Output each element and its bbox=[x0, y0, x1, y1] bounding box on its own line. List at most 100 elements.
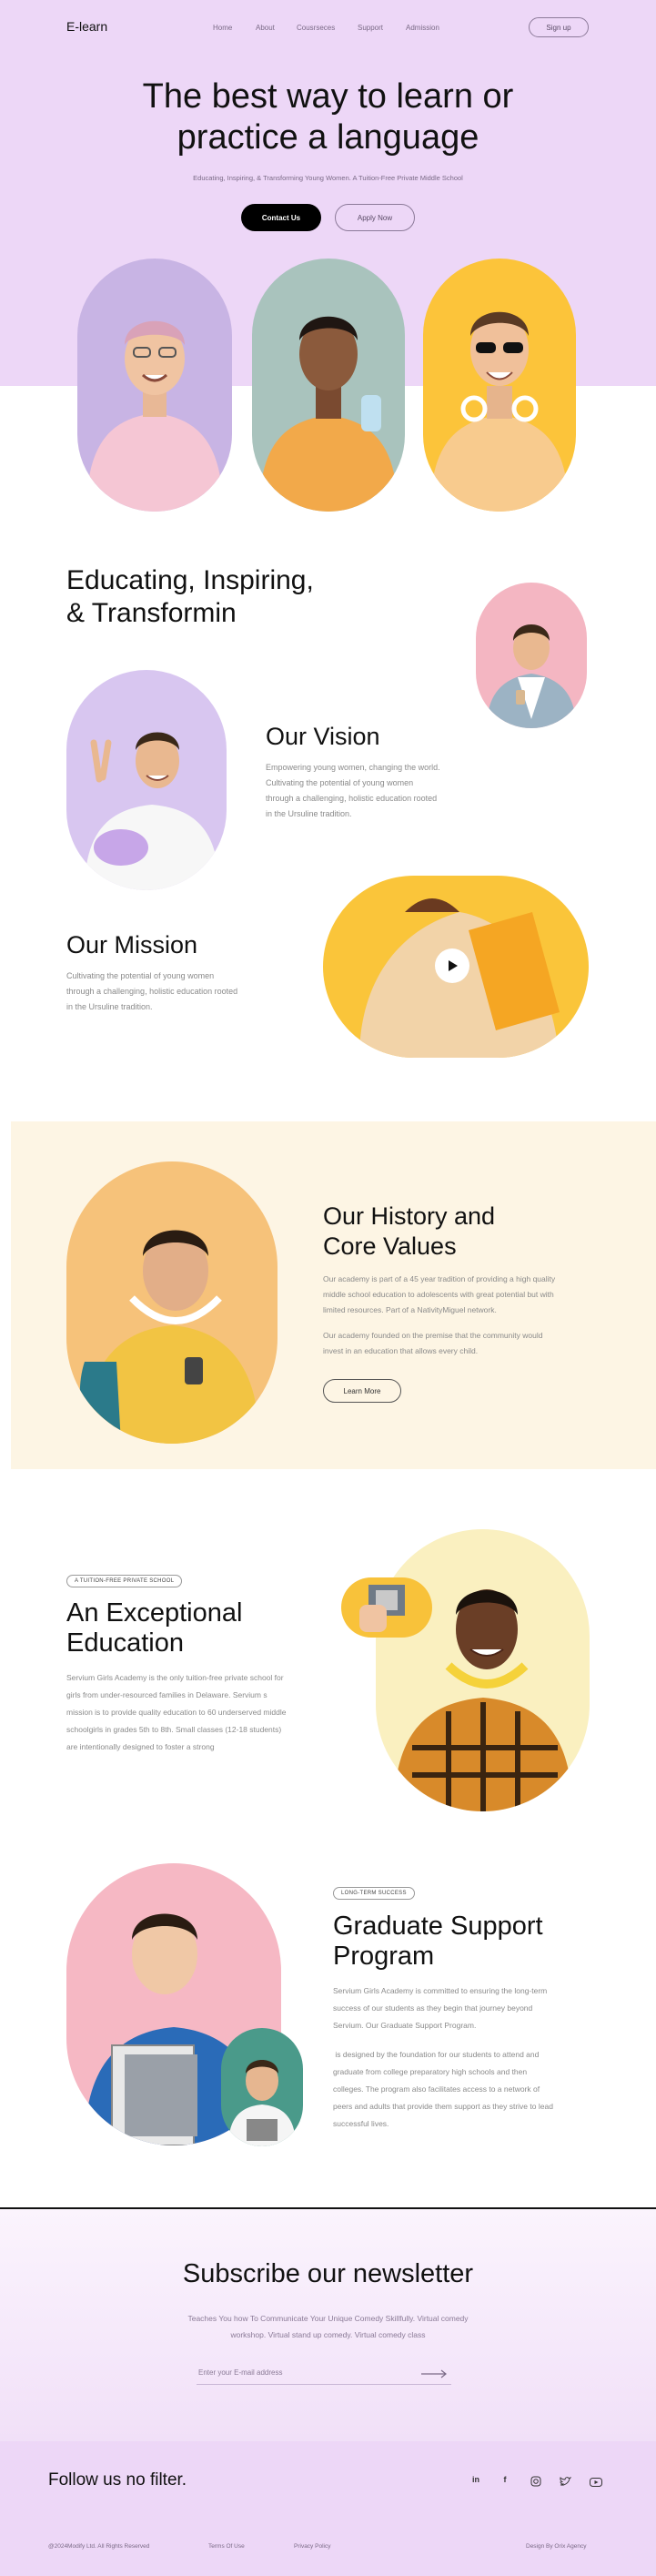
hero-student-photo-2 bbox=[252, 259, 405, 512]
history-text-1: Our academy is part of a 45 year traditi… bbox=[323, 1272, 555, 1318]
copyright-text: @2024Modify Ltd. All Rights Reserved bbox=[48, 2543, 150, 2550]
linkedin-icon[interactable]: in bbox=[469, 2475, 482, 2484]
graduate-text-line: graduate from college preparatory high s… bbox=[333, 2067, 528, 2076]
exceptional-text-line: Servium Girls Academy is the only tuitio… bbox=[66, 1673, 284, 1682]
mission-text-line: through a challenging, holistic educatio… bbox=[66, 987, 238, 996]
graduate-text-2: is designed by the foundation for our st… bbox=[333, 2046, 553, 2133]
student-illustration bbox=[487, 624, 576, 728]
intro-heading: Educating, Inspiring, & Transformin bbox=[66, 564, 314, 630]
student-illustration bbox=[85, 732, 219, 890]
footer bbox=[0, 2441, 656, 2576]
exceptional-text-line: girls from under-resourced families in D… bbox=[66, 1690, 267, 1699]
long-term-success-tag: LONG-TERM SUCCESS bbox=[333, 1887, 415, 1900]
arrow-right-icon[interactable] bbox=[420, 2369, 448, 2378]
graduate-text-line: colleges. The program also facilitates a… bbox=[333, 2084, 540, 2094]
mission-text: Cultivating the potential of young women… bbox=[66, 969, 237, 1015]
graduate-text-line: is designed by the foundation for our st… bbox=[333, 2050, 540, 2059]
exceptional-heading-line1: An Exceptional bbox=[66, 1598, 243, 1628]
hero-student-photo-1 bbox=[77, 259, 232, 512]
twitter-icon[interactable] bbox=[560, 2477, 571, 2487]
history-text-line: invest in an education that allows every… bbox=[323, 1346, 479, 1355]
hero-title-line2: practice a language bbox=[177, 118, 479, 157]
history-text-line: middle school education to adolescents w… bbox=[323, 1290, 554, 1299]
history-text-2: Our academy founded on the premise that … bbox=[323, 1328, 542, 1359]
graduate-heading-line2: Program bbox=[333, 1942, 435, 1971]
mission-heading: Our Mission bbox=[66, 931, 198, 958]
vision-text-line: through a challenging, holistic educatio… bbox=[266, 794, 438, 803]
mission-text-line: in the Ursuline tradition. bbox=[66, 1002, 153, 1011]
exceptional-text-line: mission is to provide quality education … bbox=[66, 1708, 287, 1717]
intro-heading-line1: Educating, Inspiring, bbox=[66, 565, 314, 595]
history-heading-line2: Core Values bbox=[323, 1232, 457, 1260]
intro-heading-line2: & Transformin bbox=[66, 598, 237, 628]
book-illustration bbox=[359, 1585, 405, 1632]
signup-button[interactable]: Sign up bbox=[529, 17, 589, 37]
play-button[interactable] bbox=[435, 948, 469, 983]
mission-video[interactable] bbox=[323, 876, 589, 1058]
graduate-text-line: success of our students as they begin th… bbox=[333, 2003, 533, 2013]
email-placeholder: Enter your E-mail address bbox=[198, 2368, 283, 2377]
nav-support[interactable]: Support bbox=[358, 24, 383, 32]
facebook-icon[interactable]: f bbox=[499, 2475, 511, 2484]
exceptional-text: Servium Girls Academy is the only tuitio… bbox=[66, 1669, 286, 1756]
history-heading-line1: Our History and bbox=[323, 1202, 496, 1230]
hero-subtitle: Educating, Inspiring, & Transforming You… bbox=[193, 174, 463, 182]
history-student-photo bbox=[66, 1161, 278, 1444]
nav-about[interactable]: About bbox=[256, 24, 275, 32]
student-illustration bbox=[394, 1589, 572, 1811]
play-icon bbox=[449, 960, 458, 971]
graduate-text-line: Servium. Our Graduate Support Program. bbox=[333, 2021, 477, 2030]
newsletter-text-line: Teaches You how To Communicate Your Uniq… bbox=[187, 2314, 469, 2323]
exceptional-student-photo bbox=[376, 1529, 590, 1811]
tuition-free-tag: A TUITION-FREE PRIVATE SCHOOL bbox=[66, 1575, 183, 1587]
hero-title-line1: The best way to learn or bbox=[142, 77, 514, 116]
vision-text-line: Empowering young women, changing the wor… bbox=[266, 763, 440, 772]
vision-student-photo bbox=[66, 670, 227, 890]
intro-student-photo bbox=[476, 583, 587, 728]
footer-follow-title: Follow us no filter. bbox=[48, 2470, 187, 2490]
exceptional-heading: An Exceptional Education bbox=[66, 1598, 242, 1658]
hero-student-photo-3 bbox=[423, 259, 576, 512]
logo[interactable]: E-learn bbox=[66, 19, 107, 34]
nav-courses[interactable]: Cousrseces bbox=[297, 24, 335, 32]
learn-more-button[interactable]: Learn More bbox=[323, 1379, 401, 1403]
student-illustration bbox=[79, 1230, 259, 1444]
design-credit: Design By Orix Agency bbox=[526, 2543, 587, 2550]
graduate-text-line: peers and adults that provide them suppo… bbox=[333, 2102, 553, 2111]
history-text-line: Our academy founded on the premise that … bbox=[323, 1331, 543, 1340]
nav-admission[interactable]: Admission bbox=[406, 24, 439, 32]
hero-title: The best way to learn or practice a lang… bbox=[0, 76, 656, 158]
history-heading: Our History and Core Values bbox=[323, 1202, 495, 1262]
student-illustration bbox=[228, 2060, 296, 2146]
student-illustration bbox=[86, 320, 223, 512]
student-illustration bbox=[259, 316, 398, 512]
vision-text: Empowering young women, changing the wor… bbox=[266, 760, 440, 822]
instagram-icon[interactable] bbox=[530, 2476, 541, 2487]
email-field[interactable]: Enter your E-mail address bbox=[197, 2361, 451, 2385]
exceptional-heading-line2: Education bbox=[66, 1628, 184, 1658]
nav-home[interactable]: Home bbox=[213, 24, 232, 32]
mission-text-line: Cultivating the potential of young women bbox=[66, 971, 215, 980]
apply-now-button[interactable]: Apply Now bbox=[335, 204, 415, 231]
newsletter-heading: Subscribe our newsletter bbox=[182, 2259, 474, 2288]
exceptional-small-photo bbox=[341, 1577, 432, 1638]
graduate-small-photo bbox=[221, 2028, 303, 2146]
graduate-text-line: successful lives. bbox=[333, 2119, 389, 2128]
exceptional-text-line: schoolgirls in grades 5th to 8th. Small … bbox=[66, 1725, 282, 1734]
vision-heading: Our Vision bbox=[266, 723, 380, 750]
graduate-text-line: Servium Girls Academy is committed to en… bbox=[333, 1986, 548, 1995]
vision-text-line: Cultivating the potential of young women bbox=[266, 778, 414, 787]
newsletter-text: Teaches You how To Communicate Your Uniq… bbox=[0, 2310, 656, 2343]
history-text-line: Our academy is part of a 45 year traditi… bbox=[323, 1274, 556, 1283]
terms-link[interactable]: Terms Of Use bbox=[208, 2543, 245, 2550]
contact-us-button[interactable]: Contact Us bbox=[241, 204, 321, 231]
newsletter-text-line: workshop. Virtual stand up comedy. Virtu… bbox=[230, 2330, 426, 2339]
graduate-heading-line1: Graduate Support bbox=[333, 1912, 543, 1941]
privacy-link[interactable]: Privacy Policy bbox=[294, 2543, 330, 2550]
graduate-heading: Graduate Support Program bbox=[333, 1912, 543, 1972]
youtube-icon[interactable] bbox=[590, 2478, 602, 2487]
graduate-text-1: Servium Girls Academy is committed to en… bbox=[333, 1983, 547, 2034]
exceptional-text-line: are intentionally designed to foster a s… bbox=[66, 1742, 215, 1751]
student-illustration bbox=[430, 311, 569, 512]
vision-text-line: in the Ursuline tradition. bbox=[266, 809, 352, 818]
